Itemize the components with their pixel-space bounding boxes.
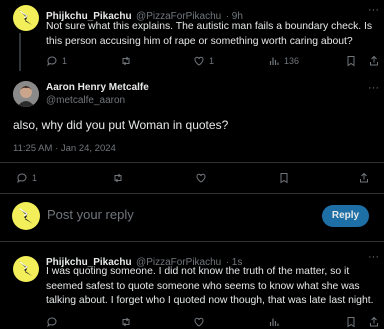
bookmark-action[interactable] [345,55,357,67]
avatar[interactable] [13,81,39,107]
bookmark-action[interactable] [278,172,290,184]
avatar[interactable] [13,256,39,282]
reply-count: 1 [62,56,68,66]
repost-action[interactable] [120,55,132,67]
share-icon [370,316,378,327]
tweet-text: also, why did you put Woman in quotes? [13,118,229,132]
heart-icon [194,317,204,327]
analytics-icon [269,318,279,326]
repost-icon [114,173,122,183]
views-action[interactable]: 136 [268,55,299,67]
reply-action[interactable] [46,316,58,328]
view-count: 136 [284,56,300,66]
like-action[interactable] [195,172,207,184]
reply-button[interactable]: Reply [322,205,369,227]
share-action[interactable] [368,316,380,328]
bookmark-icon [347,56,355,67]
divider [0,241,384,242]
repost-action[interactable] [120,316,132,328]
avatar [12,202,40,230]
repost-icon [122,317,130,327]
reply-icon [47,317,57,328]
share-action[interactable] [368,55,380,67]
reply-action[interactable]: 1 [46,55,67,67]
bookmark-icon [280,173,288,184]
reply-action[interactable]: 1 [16,172,37,184]
reply-icon [17,173,27,184]
share-icon [360,172,368,183]
tweet-text: Not sure what this explains. The autisti… [46,21,373,47]
repost-action[interactable] [112,172,124,184]
more-icon[interactable]: ··· [368,4,379,16]
share-icon [370,55,378,66]
like-action[interactable] [193,316,205,328]
author-name[interactable]: Aaron Henry Metcalfe [46,82,149,93]
post-timestamp[interactable]: 11:25 AM · Jan 24, 2024 [13,143,116,154]
more-icon[interactable]: ··· [368,251,379,263]
divider [0,162,384,163]
avatar[interactable] [13,5,39,31]
views-action[interactable] [268,316,280,328]
like-action[interactable]: 1 [193,55,214,67]
heart-icon [196,173,206,183]
analytics-icon [269,57,279,65]
reply-icon [47,56,57,67]
like-count: 1 [209,56,215,66]
reply-count: 1 [32,173,38,183]
divider [0,193,384,194]
repost-icon [122,56,130,66]
heart-icon [194,56,204,66]
share-action[interactable] [358,172,370,184]
bookmark-icon [347,317,355,328]
reply-input[interactable]: Post your reply [47,207,134,222]
more-icon[interactable]: ··· [368,82,379,94]
tweet-text: I was quoting someone. I did not know th… [46,266,374,306]
author-handle[interactable]: @metcalfe_aaron [46,95,125,106]
thread-line [19,33,21,71]
bookmark-action[interactable] [345,316,357,328]
